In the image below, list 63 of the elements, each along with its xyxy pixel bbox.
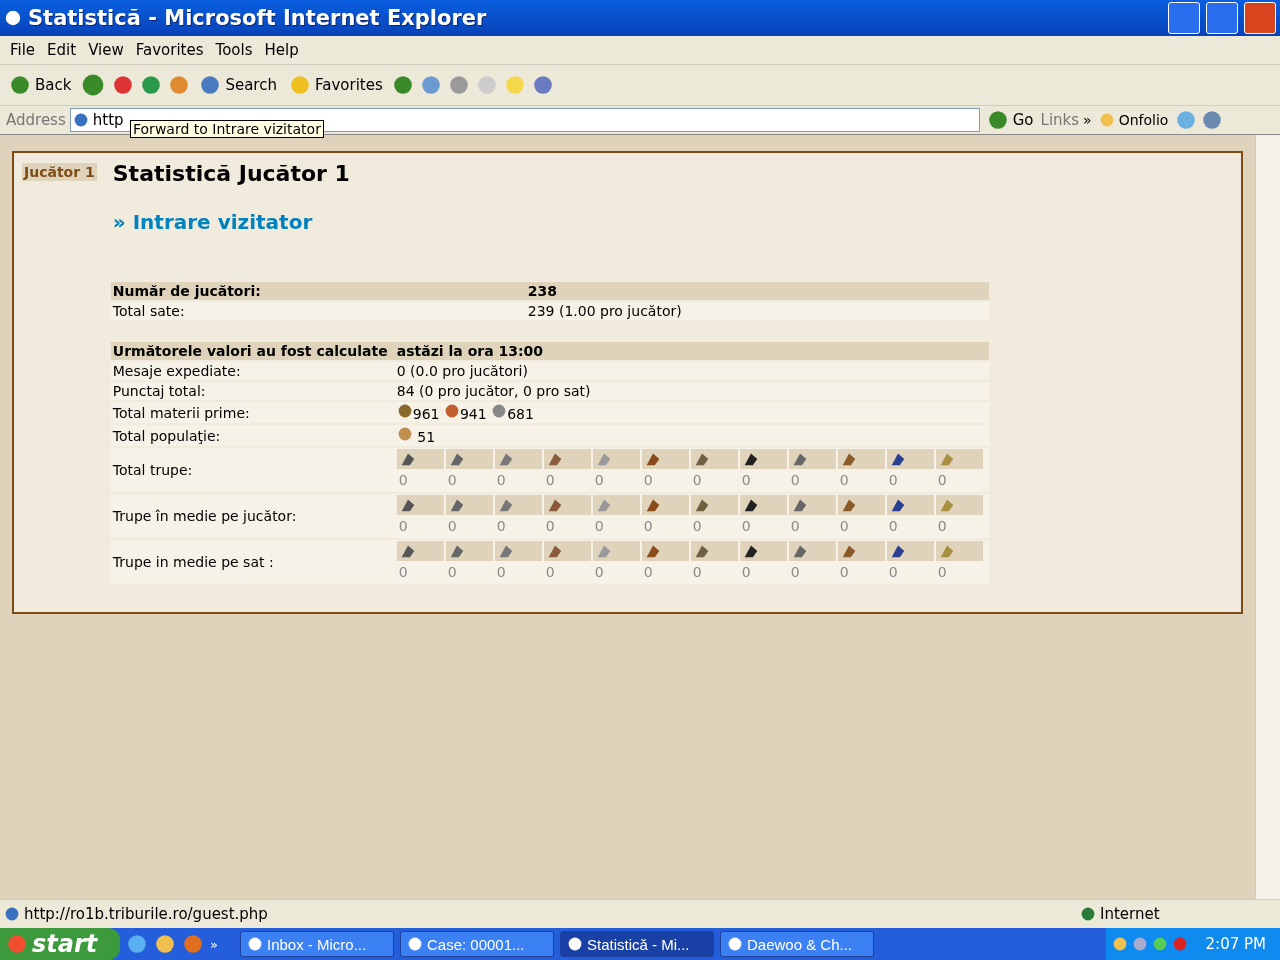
troop-count: 0 [838, 471, 850, 490]
troop-count: 0 [936, 563, 948, 582]
troop-count: 0 [789, 563, 801, 582]
troop-count: 0 [397, 471, 409, 490]
table-cell: 0 (0.0 pro jucători) [394, 362, 989, 380]
troop-count: 0 [691, 517, 703, 536]
troop-count: 0 [446, 517, 458, 536]
page-title: Statistică Jucător 1 [112, 161, 351, 186]
troop-count: 0 [495, 517, 507, 536]
troop-count: 0 [593, 517, 605, 536]
clay-amount: 941 [459, 406, 487, 422]
table-cell: Număr de jucători: [110, 282, 526, 300]
window-title: Statistică - Microsoft Internet Explorer [28, 6, 488, 30]
troop-count: 0 [838, 563, 850, 582]
troop-count: 0 [495, 563, 507, 582]
troop-count: 0 [936, 517, 948, 536]
troop-count: 0 [446, 471, 458, 490]
clock: 2:07 PM [1205, 935, 1266, 953]
iron-amount: 681 [507, 406, 534, 422]
table-cell: 239 (1.00 pro jucător) [525, 302, 989, 320]
table-cell: 84 (0 pro jucător, 0 pro sat) [394, 382, 989, 400]
table-cell: Următorele valori au fost calculate [110, 342, 395, 360]
troop-count: 0 [740, 517, 752, 536]
troop-count: 0 [936, 471, 948, 490]
troop-count: 0 [397, 563, 409, 582]
table-cell: Total trupe: [110, 448, 395, 492]
troop-count: 0 [691, 563, 703, 582]
troop-count: 0 [642, 471, 654, 490]
tooltip: Forward to Intrare vizitator [130, 120, 324, 138]
status-url: http://ro1b.triburile.ro/guest.php [24, 905, 269, 923]
zone-label: Internet [1100, 905, 1161, 923]
table-cell: astăzi la ora 13:00 [394, 342, 989, 360]
address-label: Address [6, 111, 66, 129]
table-cell: Mesaje expediate: [110, 362, 395, 380]
troop-count: 0 [887, 517, 899, 536]
troop-count: 0 [495, 471, 507, 490]
troop-count: 0 [642, 563, 654, 582]
troop-count: 0 [789, 471, 801, 490]
troop-count: 0 [740, 471, 752, 490]
table-cell: Trupe in medie pe sat : [110, 540, 395, 584]
table-cell: Total populaţie: [110, 425, 395, 446]
troop-count: 0 [691, 471, 703, 490]
table-cell: Total sate: [110, 302, 526, 320]
troop-count: 0 [838, 517, 850, 536]
troop-count: 0 [446, 563, 458, 582]
troop-count: 0 [593, 471, 605, 490]
wood-amount: 961 [412, 406, 440, 422]
troop-count: 0 [887, 563, 899, 582]
population-amount: 51 [417, 429, 436, 445]
table-cell: Trupe în medie pe jucător: [110, 494, 395, 538]
troop-count: 0 [740, 563, 752, 582]
troop-count: 0 [642, 517, 654, 536]
troop-count: 0 [887, 471, 899, 490]
table-cell: 238 [525, 282, 989, 300]
troop-count: 0 [789, 517, 801, 536]
troop-count: 0 [544, 517, 556, 536]
troop-count: 0 [593, 563, 605, 582]
table-cell: Punctaj total: [110, 382, 395, 400]
player-label: Jucător 1 [22, 163, 97, 181]
table-cell: Total materii prime: [110, 402, 395, 423]
troop-count: 0 [397, 517, 409, 536]
troop-count: 0 [544, 563, 556, 582]
troop-count: 0 [544, 471, 556, 490]
